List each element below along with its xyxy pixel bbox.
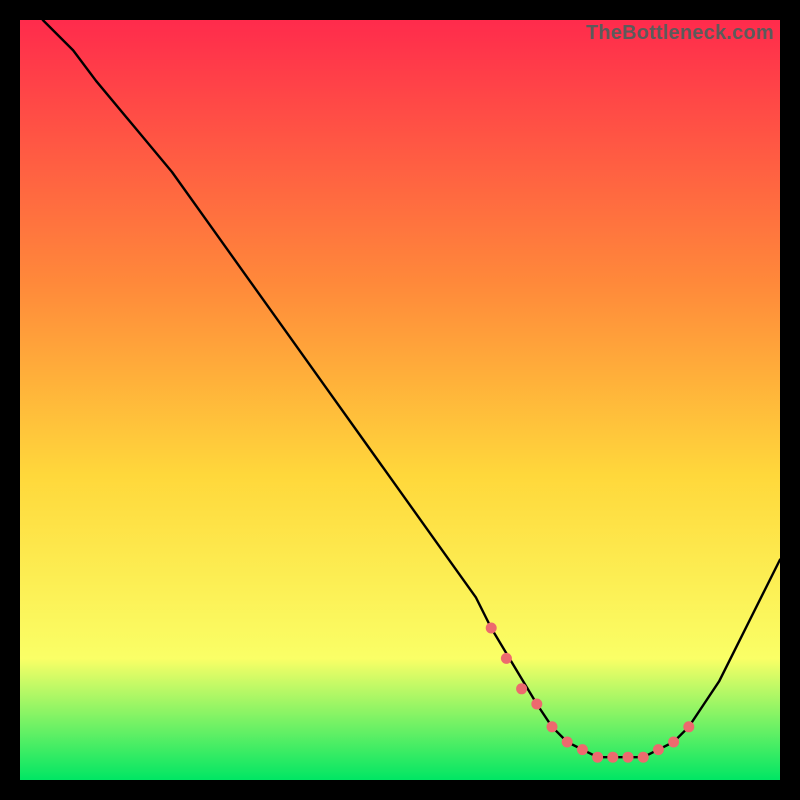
highlight-marker	[623, 752, 634, 763]
gradient-background	[20, 20, 780, 780]
highlight-marker	[653, 744, 664, 755]
highlight-marker	[638, 752, 649, 763]
chart-svg	[20, 20, 780, 780]
highlight-marker	[501, 653, 512, 664]
highlight-marker	[668, 737, 679, 748]
highlight-marker	[607, 752, 618, 763]
highlight-marker	[516, 683, 527, 694]
highlight-marker	[683, 721, 694, 732]
highlight-marker	[592, 752, 603, 763]
highlight-marker	[577, 744, 588, 755]
chart-frame: TheBottleneck.com	[20, 20, 780, 780]
highlight-marker	[562, 737, 573, 748]
highlight-marker	[547, 721, 558, 732]
highlight-marker	[531, 699, 542, 710]
watermark-text: TheBottleneck.com	[586, 22, 774, 45]
highlight-marker	[486, 623, 497, 634]
